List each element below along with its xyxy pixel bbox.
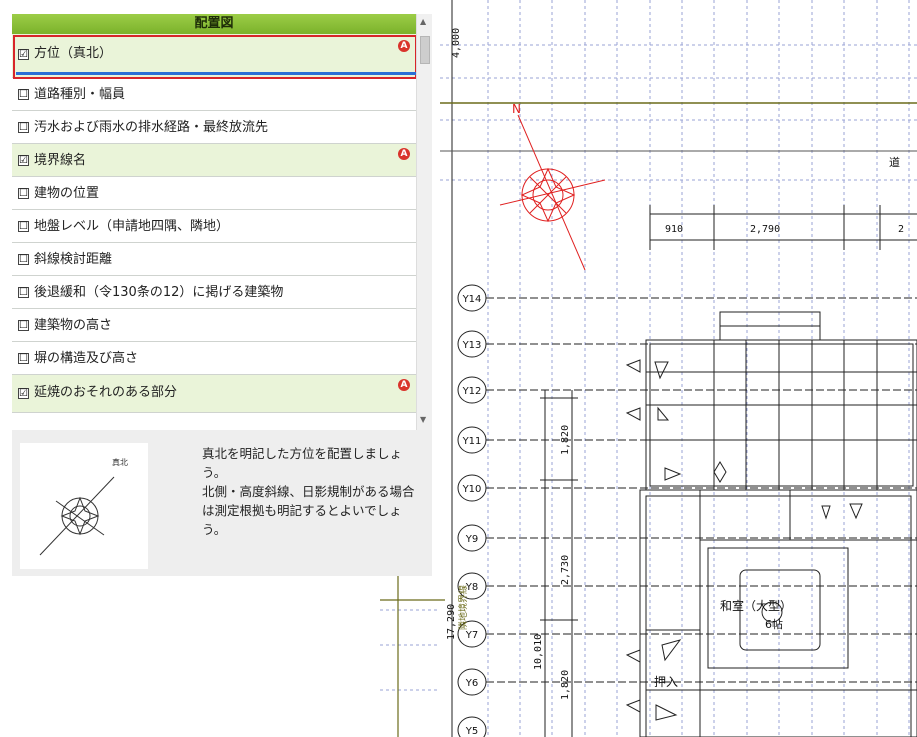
checklist-item-label: 汚水および雨水の排水経路・最終放流先: [34, 120, 269, 135]
checklist-item-label: 延焼のおそれのある部分: [34, 385, 178, 400]
scroll-thumb[interactable]: [420, 36, 430, 64]
grid-label-y7: Y7: [465, 630, 478, 641]
checklist-item-road-type[interactable]: ☐ 道路種別・幅員: [12, 78, 416, 111]
north-label: N: [512, 102, 521, 116]
thumbnail-label: 真北: [112, 457, 128, 467]
checkbox-icon[interactable]: ☐: [18, 320, 29, 331]
grid-label-y11: Y11: [462, 436, 482, 447]
checkbox-icon[interactable]: ☐: [18, 188, 29, 199]
checklist-item-label: 斜線検討距離: [34, 252, 113, 267]
compass-thumbnail: 真北: [20, 443, 148, 569]
alert-badge-icon: A: [398, 40, 410, 52]
checklist: ☑ 方位（真北） A ☐ 道路種別・幅員 ☐ 汚水および雨水の排水経路・最終放流…: [12, 34, 416, 430]
checkbox-icon[interactable]: ☐: [18, 353, 29, 364]
checkbox-checked-icon[interactable]: ☑: [18, 49, 29, 60]
checkbox-checked-icon[interactable]: ☑: [18, 155, 29, 166]
checkbox-icon[interactable]: ☐: [18, 254, 29, 265]
checkbox-icon[interactable]: ☐: [18, 122, 29, 133]
dimension-1820-upper: 1,820: [560, 425, 571, 455]
checkbox-icon[interactable]: ☐: [18, 287, 29, 298]
checkbox-icon[interactable]: ☐: [18, 89, 29, 100]
checklist-item-setback-relaxation[interactable]: ☐ 後退緩和（令130条の12）に掲げる建築物: [12, 276, 416, 309]
checklist-item-label: 建物の位置: [34, 186, 100, 201]
grid-label-y12: Y12: [462, 386, 482, 397]
checklist-item-fire-spread[interactable]: ☑ 延焼のおそれのある部分 A: [12, 375, 416, 413]
dimension-10010: 10,010: [533, 634, 544, 670]
building-plan[interactable]: [625, 311, 917, 737]
vertical-dimension-lines: [540, 390, 578, 737]
checklist-item-setback-distance[interactable]: ☐ 斜線検討距離: [12, 243, 416, 276]
checklist-item-label: 建築物の高さ: [34, 318, 113, 333]
side-dimension: 17,290: [446, 604, 457, 640]
closet-label: 押入: [654, 675, 678, 689]
selection-underline: [16, 72, 416, 75]
grid-label-y13: Y13: [462, 340, 482, 351]
grid-label-y14: Y14: [462, 294, 482, 305]
list-scrollbar[interactable]: ▲ ▼: [416, 14, 432, 430]
grid-label-y10: Y10: [462, 484, 482, 495]
checklist-item-building-position[interactable]: ☐ 建物の位置: [12, 177, 416, 210]
checklist-item-fence[interactable]: ☐ 塀の構造及び高さ: [12, 342, 416, 375]
grid-label-y9: Y9: [465, 534, 478, 545]
checklist-item-label: 道路種別・幅員: [34, 87, 126, 102]
checklist-item-label: 塀の構造及び高さ: [34, 351, 139, 366]
grid-label-y6: Y6: [465, 678, 478, 689]
alert-badge-icon: A: [398, 148, 410, 160]
checklist-item-drainage[interactable]: ☐ 汚水および雨水の排水経路・最終放流先: [12, 111, 416, 144]
checklist-item-label: 地盤レベル（申請地四隅、隣地）: [34, 219, 230, 234]
checklist-item-label: 境界線名: [34, 153, 87, 168]
room-label: 和室（大型）: [720, 598, 792, 613]
dimension-910: 910: [665, 224, 683, 235]
panel-title: 配置図: [12, 14, 416, 34]
grid-vertical-lines: [487, 0, 910, 737]
checklist-item-boundary-name[interactable]: ☑ 境界線名 A: [12, 144, 416, 177]
alert-badge-icon: A: [398, 379, 410, 391]
checkbox-icon[interactable]: ☐: [18, 221, 29, 232]
checklist-item-label: 後退緩和（令130条の12）に掲げる建築物: [34, 285, 284, 300]
dimension-edge: 2: [898, 224, 904, 235]
checkbox-checked-icon[interactable]: ☑: [18, 388, 29, 399]
checklist-item-building-height[interactable]: ☐ 建築物の高さ: [12, 309, 416, 342]
road-char: 道: [889, 155, 900, 169]
top-dimension-text: 4,000: [451, 28, 462, 58]
description-text: 真北を明記した方位を配置しましょう。 北側・高度斜線、日影規制がある場合は測定根…: [202, 446, 415, 537]
scroll-up-icon[interactable]: ▲: [420, 17, 426, 26]
compass-thumbnail-icon: 真北: [39, 457, 128, 556]
grid-label-y5: Y5: [465, 726, 478, 737]
grid-label-column: Y14 Y13 Y12 Y11 Y10 Y9 Y8 Y7 Y6 Y5: [457, 284, 917, 737]
side-boundary-label: 隣地境界線: [457, 585, 469, 630]
dimension-2790: 2,790: [750, 224, 780, 235]
dimension-1820-lower: 1,820: [560, 670, 571, 700]
checklist-item-ground-level[interactable]: ☐ 地盤レベル（申請地四隅、隣地）: [12, 210, 416, 243]
room-size: 6帖: [765, 618, 783, 631]
layout-checklist-panel: 配置図 ☑ 方位（真北） A ☐ 道路種別・幅員 ☐ 汚水および雨水の排水経路・…: [12, 14, 432, 576]
checklist-item-label: 方位（真北）: [34, 46, 113, 61]
dimension-2730: 2,730: [560, 555, 571, 585]
description-pane: 真北 真北を明記した方位を配置しましょう。 北側・高度斜線、日影規制がある場合は…: [12, 430, 432, 576]
scroll-down-icon[interactable]: ▼: [420, 415, 426, 424]
